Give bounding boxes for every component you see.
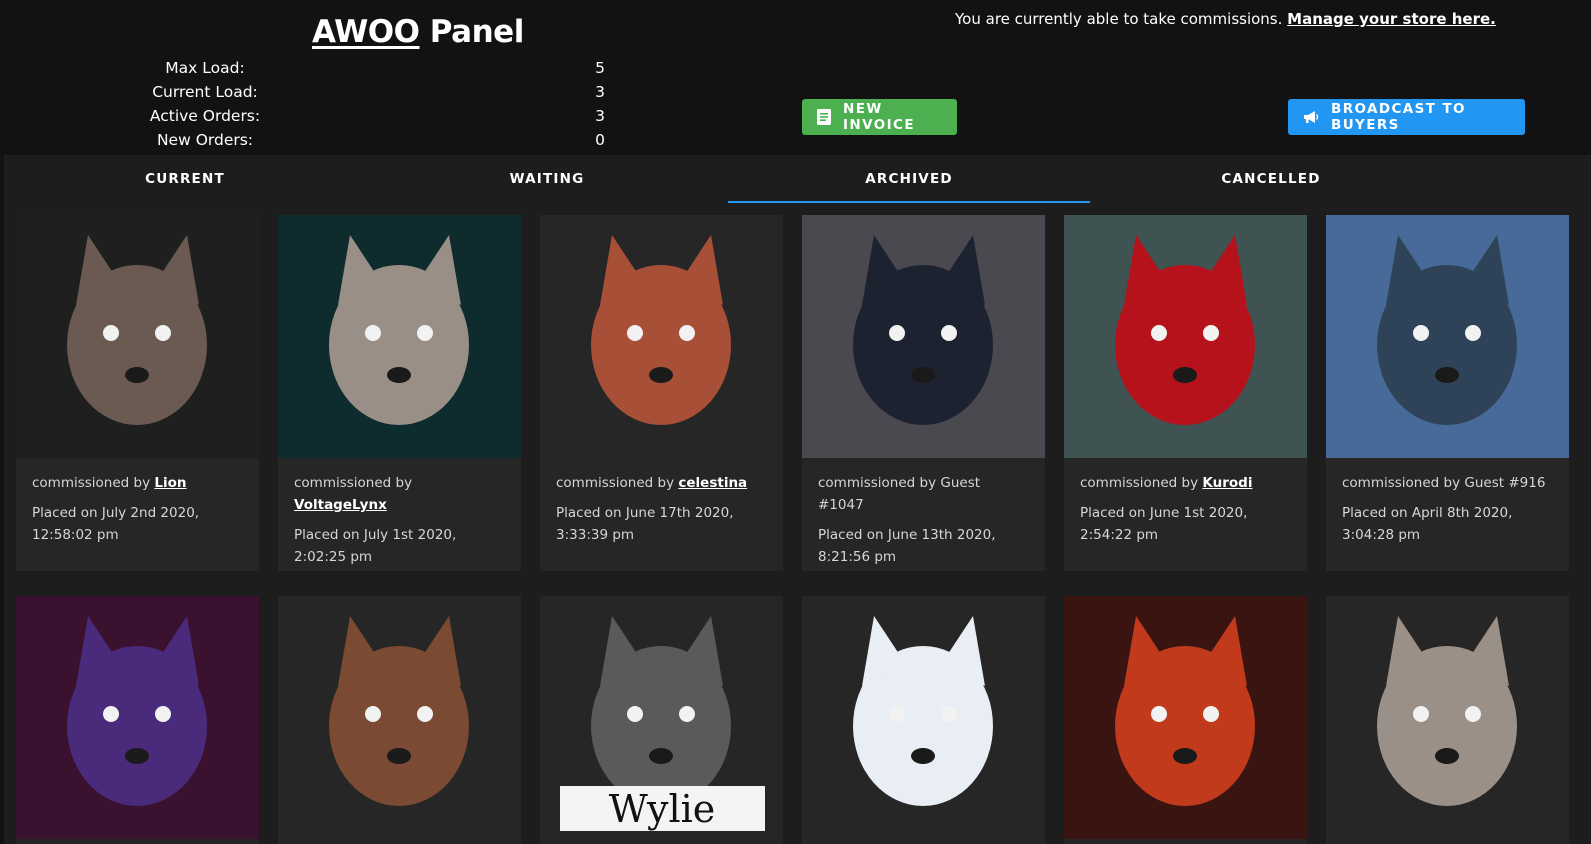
stat-value: 0 [595,131,605,149]
tab-waiting[interactable]: WAITING [366,155,728,203]
page-title: AWOO Panel [312,14,524,50]
order-card[interactable]: Wylie [540,596,783,844]
order-card[interactable]: commissioned by Kurodi Placed on June 1st… [1064,215,1307,571]
stat-value: 5 [595,59,605,77]
placed-date: Placed on June 17th 2020, 3:33:39 pm [556,505,734,543]
panel-title-suffix: Panel [419,14,525,50]
buyer-profile-link[interactable]: Kurodi [1202,475,1252,491]
placed-date: Placed on June 1st 2020, 2:54:22 pm [1080,505,1248,543]
order-card[interactable]: commissioned by Guest #1047 Placed on Jun… [802,215,1045,571]
commissioned-by: commissioned by VoltageLynx [294,472,505,516]
ref-sheet-canine-artwork[interactable] [802,215,1045,458]
megaphone-icon [1303,110,1319,124]
brown-wolf-wink-artwork[interactable] [278,596,521,839]
fire-dragon-city-artwork[interactable] [1064,596,1307,839]
commissioned-by: commissioned by Guest #916 [1342,472,1553,494]
stat-current-load: Current Load: 3 [140,80,620,104]
order-meta: commissioned by Lion Placed on July 2nd 2… [16,458,259,546]
order-meta: commissioned by celestina Placed on June … [540,458,783,546]
stat-value: 3 [595,83,605,101]
lynx-portrait-artwork[interactable] [278,215,521,458]
placed-date: Placed on July 1st 2020, 2:02:25 pm [294,527,457,565]
order-card[interactable] [1064,596,1307,844]
manage-store-link[interactable]: Manage your store here. [1287,10,1496,28]
stat-label: Current Load: [152,83,258,101]
commissioned-by-prefix: commissioned by [1342,475,1461,491]
order-card[interactable] [1326,596,1569,844]
orders-panel: CURRENT WAITING ARCHIVED CANCELLED commi… [4,155,1591,844]
order-card[interactable]: commissioned by Lion Placed on July 2nd 2… [16,215,259,571]
red-dragon-ref-artwork[interactable] [1064,215,1307,458]
buyer-profile-link[interactable]: Lion [154,475,186,491]
commissioned-by-prefix: commissioned by [32,475,151,491]
commissioned-by-prefix: commissioned by [818,475,937,491]
tab-cancelled[interactable]: CANCELLED [1090,155,1452,203]
placed-date: Placed on July 2nd 2020, 12:58:02 pm [32,505,200,543]
grey-wolf-wylie-artwork[interactable]: Wylie [540,596,783,839]
placed-date: Placed on June 13th 2020, 8:21:56 pm [818,527,996,565]
new-invoice-label: NEW INVOICE [843,101,915,133]
commissioned-by: commissioned by Lion [32,472,243,494]
purple-bat-creature-artwork[interactable] [16,596,259,839]
order-meta: commissioned by Guest #1047 Placed on Jun… [802,458,1045,568]
poodle-ref-sheet-artwork[interactable] [1326,215,1569,458]
order-card[interactable]: commissioned by Guest #916 Placed on Apri… [1326,215,1569,571]
stat-label: Max Load: [165,59,245,77]
order-meta: commissioned by VoltageLynx Placed on Jul… [278,458,521,568]
order-meta: commissioned by Kurodi Placed on June 1st… [1064,458,1307,546]
load-stats: Max Load: 5 Current Load: 3 Active Orders:… [140,56,620,152]
order-card[interactable] [802,596,1045,844]
broadcast-label: BROADCAST TO BUYERS [1331,101,1466,133]
commissioned-by-prefix: commissioned by [294,475,413,491]
stat-label: New Orders: [156,131,254,149]
broadcast-button[interactable]: BROADCAST TO BUYERS [1288,99,1525,135]
stat-active-orders: Active Orders: 3 [140,104,620,128]
commissioned-by: commissioned by Kurodi [1080,472,1291,494]
tab-current[interactable]: CURRENT [4,155,366,203]
buyer-profile-link[interactable]: VoltageLynx [294,497,387,513]
tab-archived[interactable]: ARCHIVED [728,155,1090,203]
lion-portrait-artwork[interactable] [16,215,259,458]
order-card[interactable] [16,596,259,844]
placed-date: Placed on April 8th 2020, 3:04:28 pm [1342,505,1513,543]
grey-fox-glasses-artwork[interactable] [1326,596,1569,839]
buyer-profile-link[interactable]: celestina [678,475,747,491]
stat-value: 3 [595,107,605,125]
commissioned-by-prefix: commissioned by [1080,475,1199,491]
store-status: You are currently able to take commissio… [955,10,1496,28]
store-status-text: You are currently able to take commissio… [955,10,1283,28]
stat-max-load: Max Load: 5 [140,56,620,80]
white-polar-dog-artwork[interactable] [802,596,1045,839]
commissioned-by: commissioned by celestina [556,472,767,494]
order-tabs: CURRENT WAITING ARCHIVED CANCELLED [4,155,1452,203]
order-meta: commissioned by Guest #916 Placed on Apri… [1326,458,1569,546]
panel-brand-link[interactable]: AWOO [312,14,420,50]
guest-buyer-name: Guest #916 [1464,475,1546,491]
artwork-caption: Wylie [609,787,716,831]
order-card[interactable]: commissioned by celestina Placed on June … [540,215,783,571]
invoice-icon [817,109,831,125]
new-invoice-button[interactable]: NEW INVOICE [802,99,957,135]
stat-label: Active Orders: [149,107,261,125]
red-blob-critter-artwork[interactable] [540,215,783,458]
panel-header: AWOO Panel Max Load: 5 Current Load: 3 Act… [0,0,1591,155]
commissioned-by-prefix: commissioned by [556,475,675,491]
stat-new-orders: New Orders: 0 [140,128,620,152]
order-card[interactable]: commissioned by VoltageLynx Placed on Jul… [278,215,521,571]
commissioned-by: commissioned by Guest #1047 [818,472,1029,516]
order-card[interactable] [278,596,521,844]
